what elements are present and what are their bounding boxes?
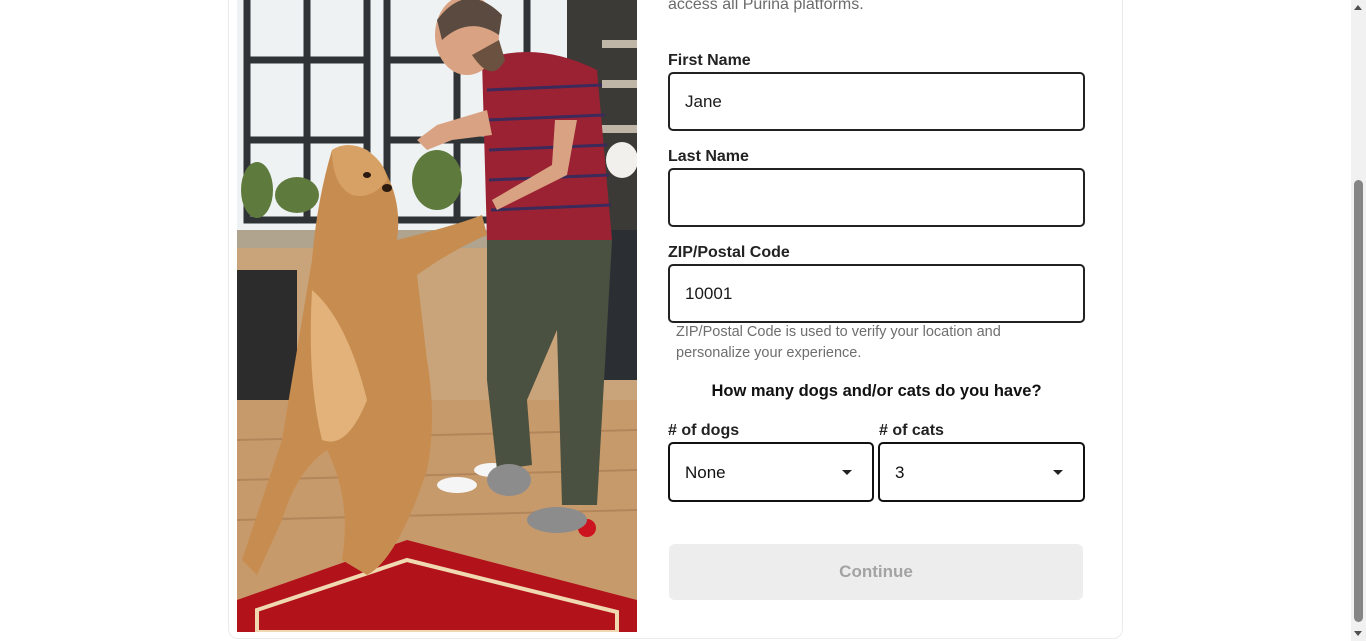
- zip-input[interactable]: [670, 266, 1083, 321]
- cats-selected-value: 3: [895, 463, 905, 482]
- continue-button[interactable]: Continue: [669, 544, 1083, 600]
- dogs-select[interactable]: None: [668, 442, 874, 502]
- last-name-input[interactable]: [670, 170, 1083, 225]
- first-name-field-wrapper: [668, 72, 1085, 131]
- cats-label: # of cats: [879, 422, 944, 439]
- chevron-down-icon: [842, 470, 852, 475]
- cats-select[interactable]: 3: [878, 442, 1085, 502]
- dogs-label: # of dogs: [668, 422, 740, 439]
- dogs-selected-value: None: [685, 463, 726, 482]
- zip-field-wrapper: [668, 264, 1085, 323]
- last-name-label: Last Name: [668, 148, 749, 165]
- scroll-up-arrow-icon[interactable]: [1354, 5, 1362, 10]
- hero-photo: [237, 0, 637, 632]
- page-scrollbar[interactable]: [1351, 0, 1366, 641]
- scroll-down-arrow-icon[interactable]: [1354, 631, 1362, 636]
- zip-label: ZIP/Postal Code: [668, 244, 790, 261]
- photo-illustration: [237, 0, 637, 632]
- scrollbar-thumb[interactable]: [1354, 180, 1363, 622]
- chevron-down-icon: [1053, 470, 1063, 475]
- first-name-input[interactable]: [670, 74, 1083, 129]
- first-name-label: First Name: [668, 52, 751, 69]
- last-name-field-wrapper: [668, 168, 1085, 227]
- pets-question: How many dogs and/or cats do you have?: [711, 382, 1042, 400]
- zip-hint-text: ZIP/Postal Code is used to verify your l…: [676, 324, 1001, 361]
- intro-text: access all Purina platforms.: [668, 0, 864, 13]
- page: access all Purina platforms. First Name …: [0, 0, 1366, 641]
